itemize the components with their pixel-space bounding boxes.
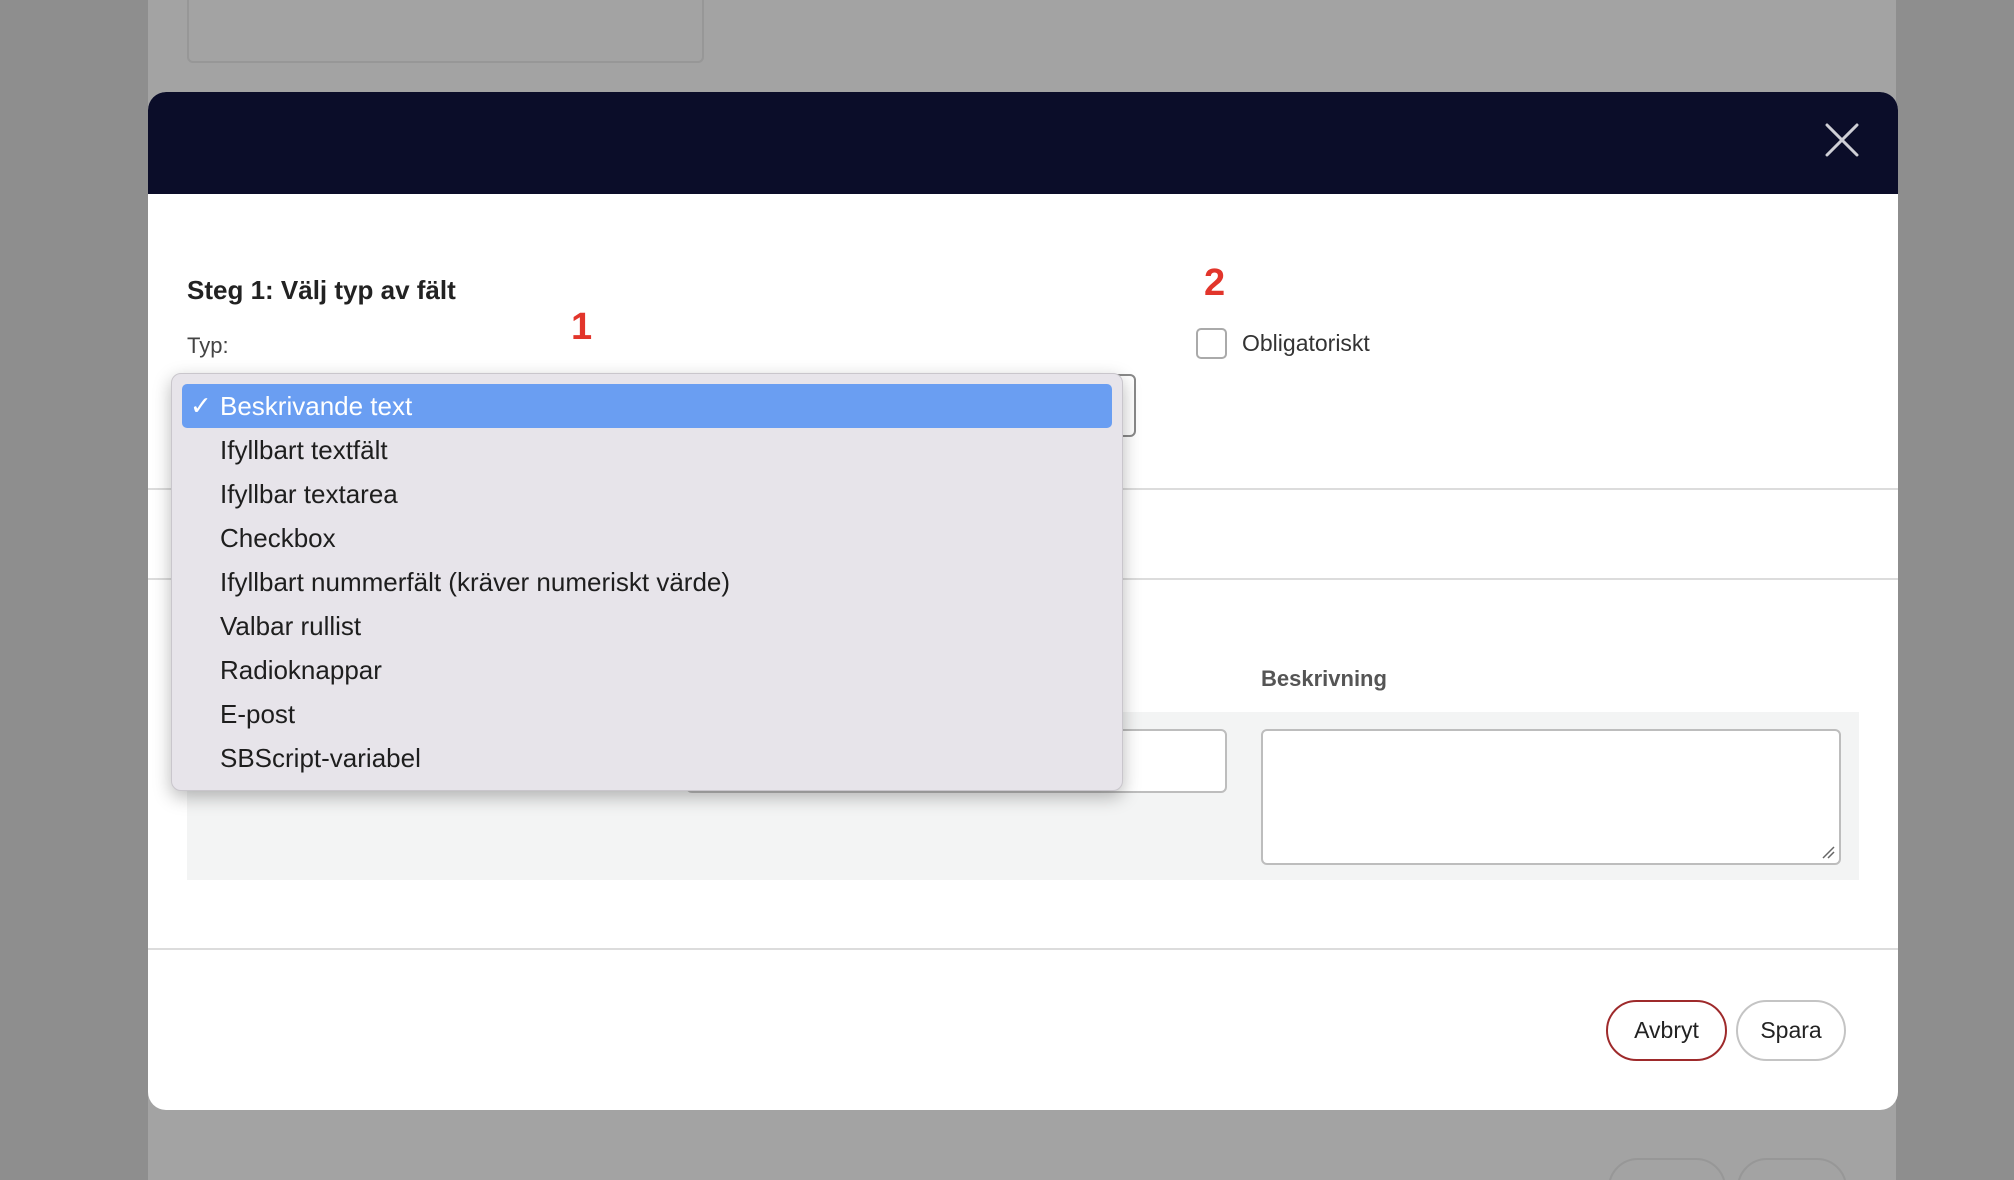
required-checkbox-row[interactable]: Obligatoriskt xyxy=(1196,328,1370,359)
save-button[interactable]: Spara xyxy=(1736,1000,1846,1061)
dropdown-option-selected[interactable]: ✓ Beskrivande text xyxy=(182,384,1112,428)
background-save-button xyxy=(1737,1158,1847,1180)
dropdown-option[interactable]: Ifyllbart nummerfält (kräver numeriskt v… xyxy=(182,560,1112,604)
option-label: Ifyllbar textarea xyxy=(220,478,398,509)
background-cancel-button xyxy=(1608,1158,1726,1180)
footer-divider xyxy=(148,948,1898,950)
option-label: SBScript-variabel xyxy=(220,742,421,773)
cancel-button[interactable]: Avbryt xyxy=(1606,1000,1727,1061)
dropdown-option[interactable]: SBScript-variabel xyxy=(182,736,1112,780)
option-label: Valbar rullist xyxy=(220,610,362,641)
annotation-marker-2: 2 xyxy=(1204,262,1226,304)
option-label: Beskrivande text xyxy=(220,390,413,421)
description-textarea[interactable] xyxy=(1261,729,1841,865)
step-title: Steg 1: Välj typ av fält xyxy=(187,275,456,305)
modal-header xyxy=(148,92,1898,194)
resize-grip-icon[interactable] xyxy=(1821,845,1835,859)
dropdown-option[interactable]: E-post xyxy=(182,692,1112,736)
type-dropdown-list: ✓ Beskrivande text Ifyllbart textfält If… xyxy=(171,373,1123,791)
dropdown-option[interactable]: Checkbox xyxy=(182,516,1112,560)
dropdown-option[interactable]: Ifyllbart textfält xyxy=(182,428,1112,472)
type-label: Typ: xyxy=(187,333,229,358)
dropdown-option[interactable]: Radioknappar xyxy=(182,648,1112,692)
backdrop-right xyxy=(1896,0,2014,1180)
annotation-marker-1: 1 xyxy=(571,306,593,348)
dropdown-option[interactable]: Ifyllbar textarea xyxy=(182,472,1112,516)
option-label: Radioknappar xyxy=(220,654,382,685)
dropdown-option[interactable]: Valbar rullist xyxy=(182,604,1112,648)
close-button[interactable] xyxy=(1812,110,1872,170)
option-label: Ifyllbart nummerfält (kräver numeriskt v… xyxy=(220,566,731,597)
close-icon xyxy=(1825,123,1859,157)
description-label: Beskrivning xyxy=(1261,666,1387,691)
option-label: Checkbox xyxy=(220,522,336,553)
required-label: Obligatoriskt xyxy=(1242,330,1370,356)
checkmark-icon: ✓ xyxy=(190,390,212,421)
background-input xyxy=(187,0,704,63)
option-label: E-post xyxy=(220,698,296,729)
backdrop-left xyxy=(0,0,148,1180)
required-checkbox[interactable] xyxy=(1196,328,1227,359)
option-label: Ifyllbart textfält xyxy=(220,434,388,465)
